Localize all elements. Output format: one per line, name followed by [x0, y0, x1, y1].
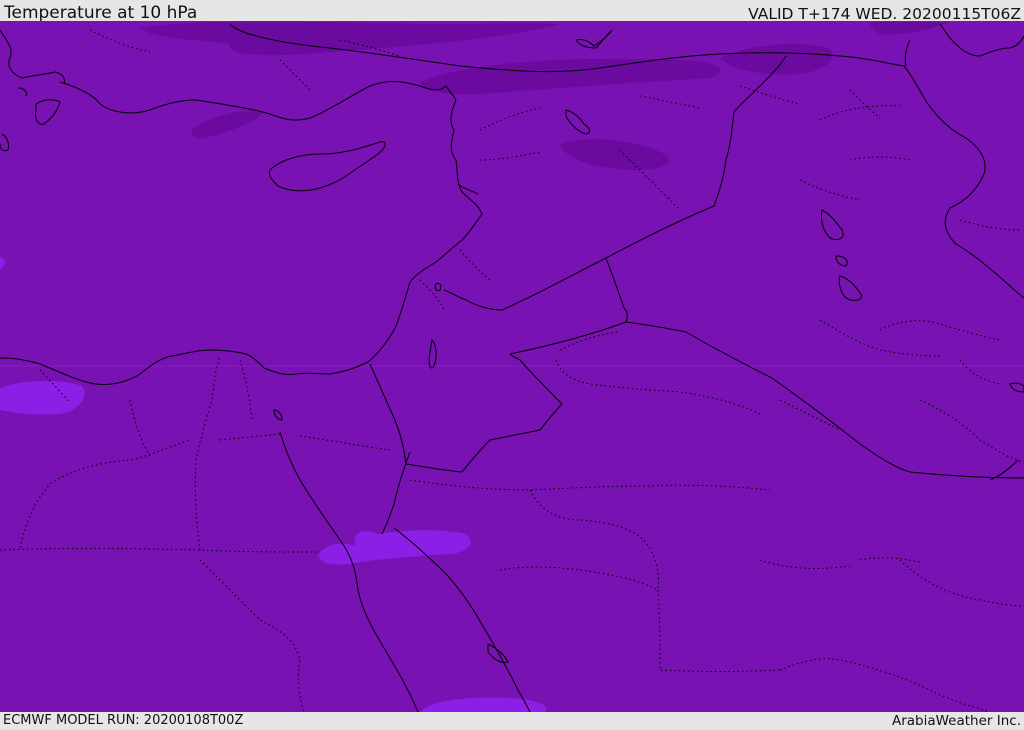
bottom-bar: ECMWF MODEL RUN: 20200108T00Z ArabiaWeat…: [0, 712, 1024, 729]
map-panel[interactable]: [0, 21, 1024, 712]
model-run-label: ECMWF MODEL RUN: 20200108T00Z: [3, 713, 244, 728]
map-title: Temperature at 10 hPa: [4, 3, 198, 23]
temperature-field: [0, 21, 1024, 712]
credit-label: ArabiaWeather Inc.: [891, 713, 1021, 729]
top-bar: Temperature at 10 hPa VALID T+174 WED. 2…: [0, 0, 1024, 23]
map-canvas[interactable]: [0, 21, 1024, 712]
